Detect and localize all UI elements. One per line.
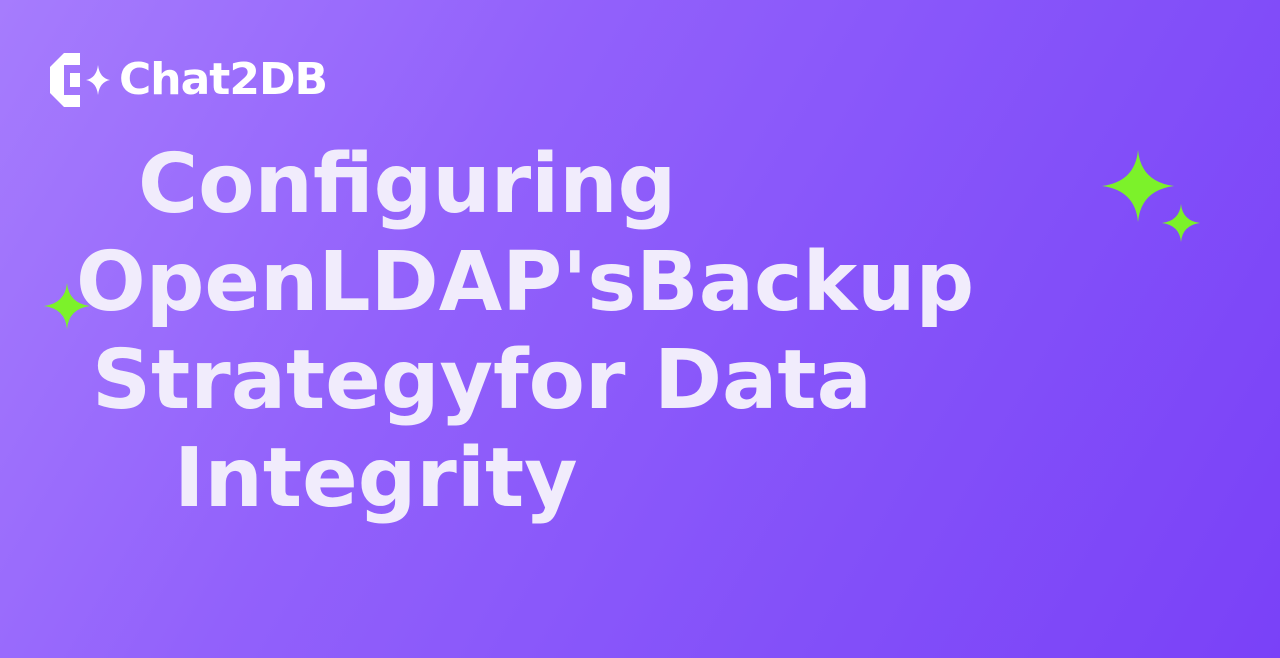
title-line-4: Integrity	[174, 431, 578, 526]
brand-name: Chat2DB	[119, 54, 328, 105]
title-line-2: OpenLDAP'sBackup	[76, 235, 975, 330]
title-line-1: Configuring	[138, 137, 677, 232]
sparkle-icon	[44, 283, 90, 329]
title-line-3: Strategyfor Data	[92, 333, 872, 428]
brand-logo: Chat2DB	[50, 52, 328, 108]
chat2db-logo-icon	[50, 53, 110, 107]
sparkle-icon	[1162, 204, 1200, 242]
page-title: Configuring OpenLDAP'sBackup Strategyfor…	[50, 136, 1020, 528]
